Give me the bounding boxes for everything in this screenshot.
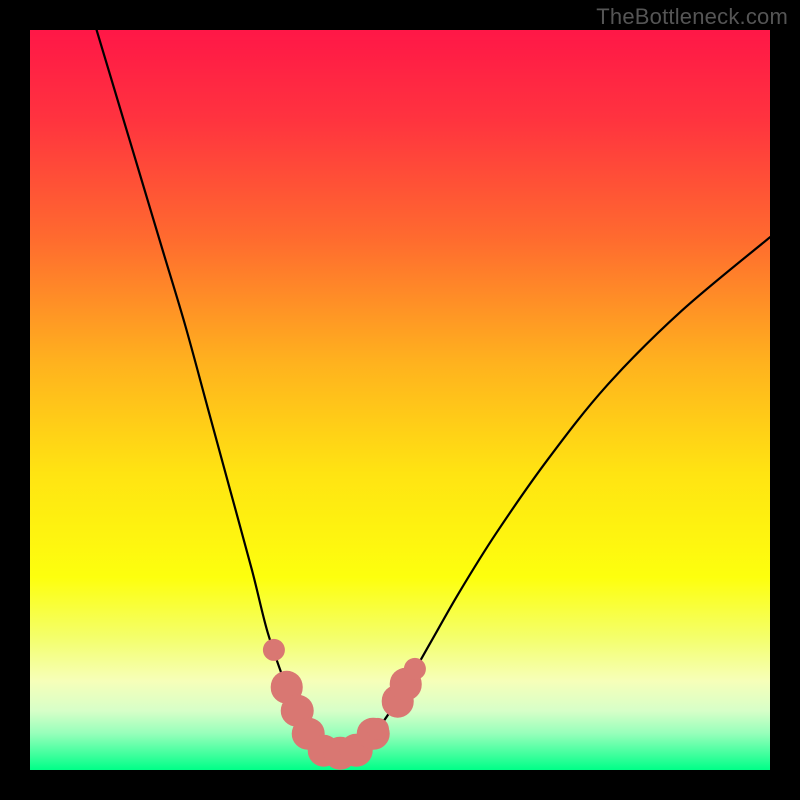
marker-layer xyxy=(30,30,770,770)
data-marker xyxy=(263,639,285,661)
watermark-text: TheBottleneck.com xyxy=(596,4,788,30)
chart-frame: TheBottleneck.com xyxy=(0,0,800,800)
data-marker xyxy=(404,658,426,680)
plot-area xyxy=(30,30,770,770)
